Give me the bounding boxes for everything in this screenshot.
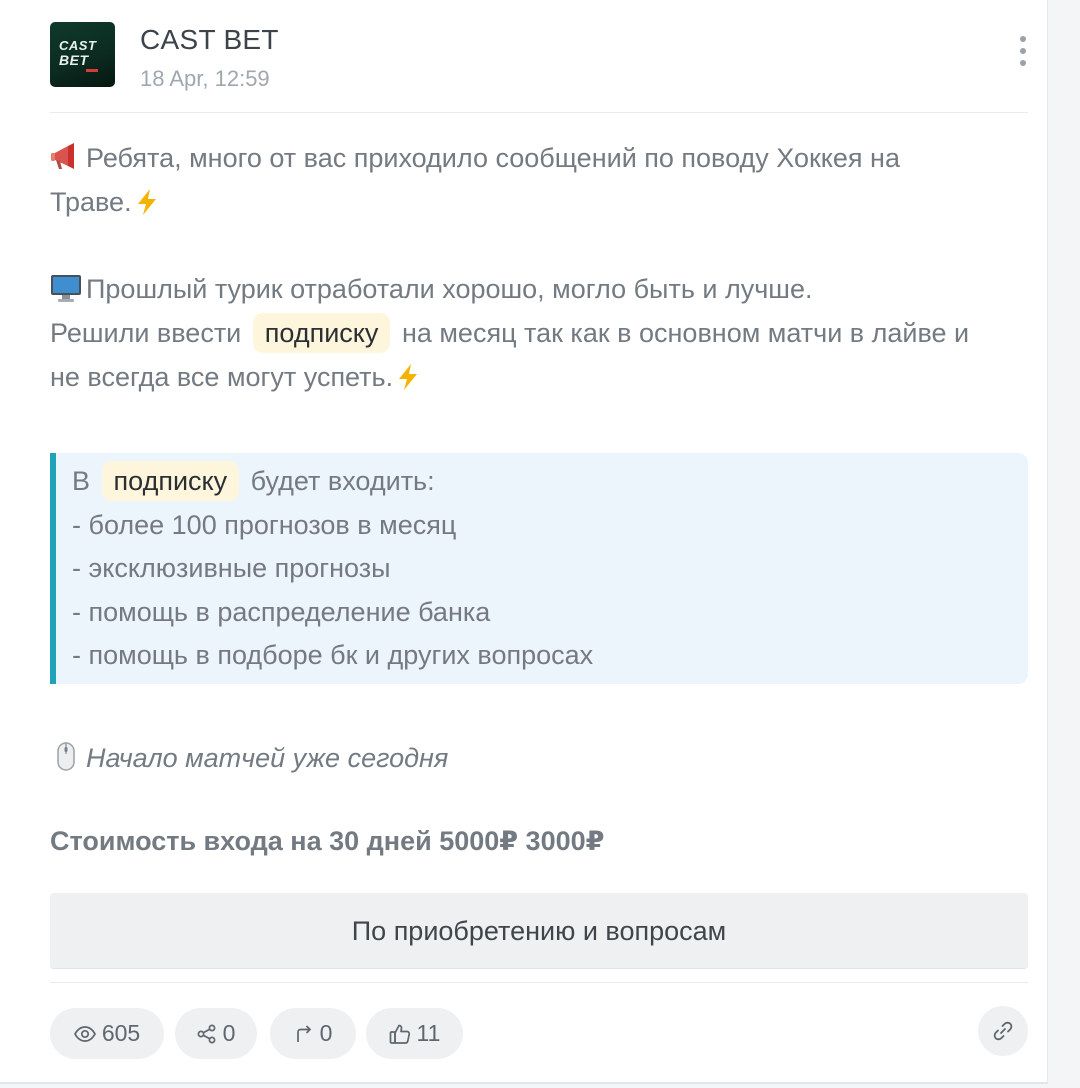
footer-divider bbox=[50, 982, 1028, 983]
views-count: 605 bbox=[101, 1020, 141, 1046]
shares-count: 0 bbox=[222, 1020, 236, 1046]
post-text-line: не всегда все могут успеть. bbox=[50, 355, 423, 399]
cta-button[interactable]: По приобретению и вопросам bbox=[50, 893, 1028, 969]
likes-counter[interactable]: 11 bbox=[366, 1008, 463, 1059]
post-text: на месяц так как в основном матчи в лайв… bbox=[401, 318, 970, 348]
lightning-icon bbox=[399, 364, 418, 390]
thumbs-up-icon bbox=[389, 1024, 410, 1044]
channel-name[interactable]: CAST BET bbox=[140, 24, 279, 56]
post-header: CAST BET CAST BET 18 Apr, 12:59 bbox=[50, 22, 1028, 92]
post-text-line: Траве. bbox=[50, 180, 162, 224]
quote-text: будет входить: bbox=[250, 466, 435, 496]
channel-avatar[interactable]: CAST BET bbox=[50, 22, 115, 87]
post-text-line: Прошлый турик отработали хорошо, могло б… bbox=[50, 267, 812, 311]
mouse-icon bbox=[57, 742, 75, 771]
monitor-icon bbox=[51, 275, 81, 302]
quote-list-item: - эксклюзивные прогнозы bbox=[72, 553, 391, 583]
price-text: Стоимость входа на 30 дней 5000₽ 3000₽ bbox=[50, 826, 605, 856]
avatar-logo-bottom: BET bbox=[59, 52, 89, 68]
quote-text: В bbox=[72, 466, 91, 496]
post-text: Решили ввести bbox=[50, 318, 242, 348]
post-text: Траве. bbox=[50, 187, 132, 217]
likes-count: 11 bbox=[416, 1020, 441, 1046]
quote-list-item: - помощь в подборе бк и других вопросах bbox=[72, 640, 594, 670]
post-text: Прошлый турик отработали хорошо, могло б… bbox=[86, 274, 813, 304]
link-icon bbox=[993, 1021, 1013, 1041]
post-date: 18 Apr, 12:59 bbox=[140, 66, 270, 91]
views-counter[interactable]: 605 bbox=[50, 1008, 164, 1059]
more-vertical-icon[interactable] bbox=[1016, 36, 1030, 74]
post-text-line: Ребята, много от вас приходило сообщений… bbox=[50, 136, 900, 180]
quote-line: В подписку будет входить: bbox=[72, 459, 435, 503]
forwards-counter[interactable]: 0 bbox=[270, 1008, 356, 1059]
forwards-count: 0 bbox=[319, 1020, 333, 1046]
shares-counter[interactable]: 0 bbox=[175, 1008, 257, 1059]
lightning-icon bbox=[137, 189, 156, 215]
megaphone-icon bbox=[51, 143, 74, 169]
forward-icon bbox=[296, 1024, 311, 1042]
eye-icon bbox=[73, 1025, 96, 1042]
italic-note: Начало матчей уже сегодня bbox=[86, 743, 449, 773]
post-text: не всегда все могут успеть. bbox=[50, 362, 394, 392]
avatar-logo-top: CAST bbox=[59, 38, 97, 53]
copy-link-button[interactable] bbox=[978, 1006, 1028, 1056]
header-divider bbox=[50, 112, 1028, 113]
quote-list-item: - помощь в распределение банка bbox=[72, 597, 491, 627]
post-text-line: Решили ввести подписку на месяц так как … bbox=[50, 311, 969, 355]
post-text-line: Начало матчей уже сегодня bbox=[50, 736, 448, 780]
highlight-chip[interactable]: подписку bbox=[252, 313, 391, 353]
share-icon bbox=[197, 1024, 216, 1043]
post-card: CAST BET CAST BET 18 Apr, 12:59 Ребята, … bbox=[0, 0, 1048, 1084]
avatar-logo-accent bbox=[86, 69, 98, 72]
post-text: Ребята, много от вас приходило сообщений… bbox=[86, 143, 900, 173]
highlight-chip[interactable]: подписку bbox=[101, 461, 240, 501]
quote-block: В подписку будет входить: - более 100 пр… bbox=[50, 453, 1028, 684]
quote-list-item: - более 100 прогнозов в месяц bbox=[72, 510, 457, 540]
